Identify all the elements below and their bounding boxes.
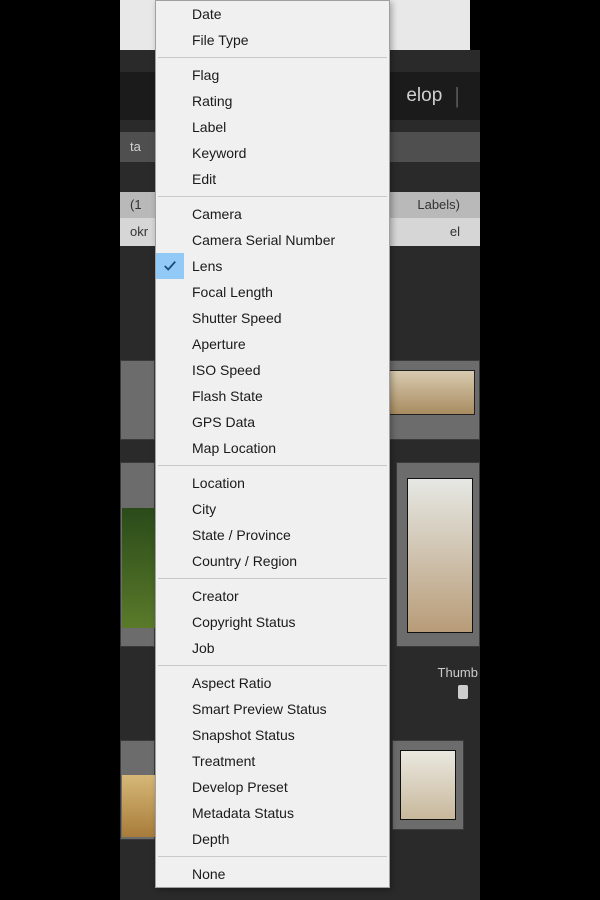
module-tab-develop[interactable]: elop	[406, 85, 442, 107]
menu-item-label: Treatment	[192, 753, 255, 769]
menu-item-job[interactable]: Job	[156, 635, 389, 661]
thumbnail-image[interactable]	[407, 478, 473, 633]
menu-item-label: City	[192, 501, 216, 517]
menu-item-label: GPS Data	[192, 414, 255, 430]
thumbnail-image[interactable]	[122, 508, 155, 628]
grid-cell[interactable]	[120, 360, 155, 440]
menu-item-label: Snapshot Status	[192, 727, 295, 743]
thumbnail-image[interactable]	[383, 370, 475, 415]
menu-item-label: Lens	[192, 258, 222, 274]
menu-item-label: Copyright Status	[192, 614, 296, 630]
menu-separator	[158, 856, 387, 857]
menu-item-map-location[interactable]: Map Location	[156, 435, 389, 461]
menu-item-edit[interactable]: Edit	[156, 166, 389, 192]
thumbnails-slider-label: Thumb	[438, 665, 478, 680]
menu-item-label: Map Location	[192, 440, 276, 456]
menu-item-label: None	[192, 866, 225, 882]
menu-item-camera[interactable]: Camera	[156, 201, 389, 227]
menu-item-copyright-status[interactable]: Copyright Status	[156, 609, 389, 635]
menu-item-state-province[interactable]: State / Province	[156, 522, 389, 548]
menu-item-rating[interactable]: Rating	[156, 88, 389, 114]
menu-item-label: Keyword	[192, 145, 246, 161]
menu-item-country-region[interactable]: Country / Region	[156, 548, 389, 574]
menu-item-label: Shutter Speed	[192, 310, 282, 326]
menu-separator	[158, 196, 387, 197]
menu-item-smart-preview-status[interactable]: Smart Preview Status	[156, 696, 389, 722]
menu-item-label: Metadata Status	[192, 805, 294, 821]
menu-item-date[interactable]: Date	[156, 1, 389, 27]
menu-item-location[interactable]: Location	[156, 470, 389, 496]
thumbnail-image[interactable]	[400, 750, 456, 820]
menu-item-gps-data[interactable]: GPS Data	[156, 409, 389, 435]
metadata-header-text: ta	[130, 139, 141, 154]
menu-item-label: Depth	[192, 831, 229, 847]
menu-item-label: State / Province	[192, 527, 291, 543]
menu-item-label: Location	[192, 475, 245, 491]
menu-item-treatment[interactable]: Treatment	[156, 748, 389, 774]
menu-item-depth[interactable]: Depth	[156, 826, 389, 852]
menu-item-snapshot-status[interactable]: Snapshot Status	[156, 722, 389, 748]
nav-separator: |	[454, 83, 460, 109]
menu-separator	[158, 57, 387, 58]
filter-labels: Labels)	[417, 192, 460, 218]
menu-separator	[158, 578, 387, 579]
filter-value-left: okr	[130, 218, 148, 246]
menu-item-iso-speed[interactable]: ISO Speed	[156, 357, 389, 383]
menu-item-label: ISO Speed	[192, 362, 261, 378]
thumbnail-size-slider[interactable]	[420, 690, 478, 694]
menu-item-creator[interactable]: Creator	[156, 583, 389, 609]
menu-item-flash-state[interactable]: Flash State	[156, 383, 389, 409]
menu-item-file-type[interactable]: File Type	[156, 27, 389, 53]
menu-item-label: Country / Region	[192, 553, 297, 569]
menu-item-label: Job	[192, 640, 215, 656]
menu-item-focal-length[interactable]: Focal Length	[156, 279, 389, 305]
menu-item-aspect-ratio[interactable]: Aspect Ratio	[156, 670, 389, 696]
menu-separator	[158, 665, 387, 666]
menu-item-aperture[interactable]: Aperture	[156, 331, 389, 357]
menu-item-label: File Type	[192, 32, 249, 48]
menu-item-label: Camera Serial Number	[192, 232, 335, 248]
menu-item-label: Edit	[192, 171, 216, 187]
thumbnail-image[interactable]	[122, 775, 155, 837]
menu-item-none[interactable]: None	[156, 861, 389, 887]
filter-value-right: el	[450, 218, 460, 246]
menu-item-lens[interactable]: Lens	[156, 253, 389, 279]
menu-item-city[interactable]: City	[156, 496, 389, 522]
menu-item-label: Smart Preview Status	[192, 701, 327, 717]
metadata-filter-dropdown: Date File Type Flag Rating Label Keyword Edit C…	[155, 0, 390, 888]
menu-item-flag[interactable]: Flag	[156, 62, 389, 88]
menu-item-camera-serial-number[interactable]: Camera Serial Number	[156, 227, 389, 253]
menu-item-label: Flag	[192, 67, 219, 83]
menu-item-label: Camera	[192, 206, 242, 222]
menu-item-label: Label	[192, 119, 226, 135]
menu-item-label[interactable]: Label	[156, 114, 389, 140]
menu-item-develop-preset[interactable]: Develop Preset	[156, 774, 389, 800]
menu-item-shutter-speed[interactable]: Shutter Speed	[156, 305, 389, 331]
menu-item-label: Focal Length	[192, 284, 273, 300]
menu-separator	[158, 465, 387, 466]
menu-item-label: Rating	[192, 93, 232, 109]
menu-item-metadata-status[interactable]: Metadata Status	[156, 800, 389, 826]
thumbnail-size-slider-handle[interactable]	[458, 685, 468, 699]
menu-item-label: Aperture	[192, 336, 246, 352]
menu-item-label: Creator	[192, 588, 239, 604]
menu-item-label: Flash State	[192, 388, 263, 404]
menu-item-label: Aspect Ratio	[192, 675, 271, 691]
checkmark-icon	[156, 253, 184, 279]
filter-count: (1	[130, 192, 142, 218]
menu-item-label: Date	[192, 6, 222, 22]
menu-item-keyword[interactable]: Keyword	[156, 140, 389, 166]
menu-item-label: Develop Preset	[192, 779, 288, 795]
